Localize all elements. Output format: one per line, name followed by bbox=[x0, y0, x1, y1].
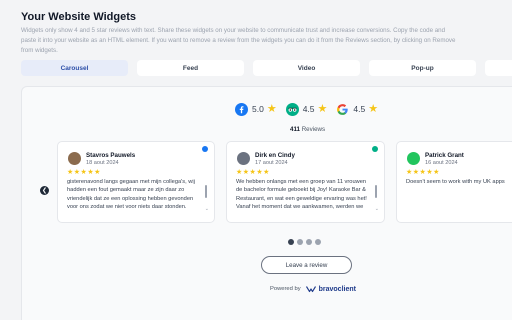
avatar bbox=[237, 152, 250, 165]
page-title: Your Website Widgets bbox=[21, 11, 137, 23]
tab-more[interactable] bbox=[485, 60, 512, 76]
reviewer-name: Stavros Pauwels bbox=[86, 152, 136, 159]
star-icon: ★ bbox=[266, 102, 277, 115]
facebook-rating-value: 5.0 bbox=[252, 104, 264, 114]
powered-by: Powered by bravoclient bbox=[270, 285, 356, 293]
review-stars: ★★★★★ bbox=[67, 169, 101, 176]
avatar bbox=[407, 152, 420, 165]
carousel-prev-button[interactable]: ❮ bbox=[40, 186, 49, 195]
tripadvisor-rating-value: 4.5 bbox=[302, 104, 315, 114]
review-stars: ★★★★★ bbox=[236, 169, 270, 176]
tab-carousel[interactable]: Carousel bbox=[21, 60, 128, 76]
tab-popup[interactable]: Pop-up bbox=[369, 60, 476, 76]
review-scrollbar[interactable] bbox=[375, 185, 377, 198]
review-date: 18 aout 2024 bbox=[86, 160, 119, 166]
review-text: gisterenavond langs gegaan met mijn coll… bbox=[67, 179, 195, 211]
total-reviews-label: Reviews bbox=[301, 126, 326, 133]
review-card[interactable]: Patrick Grant 16 aout 2024 ★★★★★ Doesn't… bbox=[396, 141, 512, 223]
avatar bbox=[68, 152, 81, 165]
tab-feed[interactable]: Feed bbox=[137, 60, 244, 76]
review-card[interactable]: Stavros Pauwels 18 aout 2024 ★★★★★ giste… bbox=[57, 141, 215, 223]
tripadvisor-rating: 4.5 ★ bbox=[285, 102, 328, 116]
google-icon bbox=[337, 103, 349, 115]
star-icon: ★ bbox=[317, 102, 328, 115]
reviewer-name: Dirk en Cindy bbox=[255, 152, 295, 159]
tab-video[interactable]: Video bbox=[253, 60, 360, 76]
tripadvisor-icon bbox=[285, 102, 299, 116]
facebook-rating: 5.0 ★ bbox=[235, 102, 277, 116]
review-card[interactable]: Dirk en Cindy 17 aout 2024 ★★★★★ We hebb… bbox=[226, 141, 385, 223]
pagination-dot[interactable] bbox=[288, 239, 294, 245]
review-text: Doesn't seem to work with my UK apps bbox=[406, 179, 505, 185]
google-rating-value: 4.5 bbox=[353, 104, 366, 114]
review-scrollbar[interactable] bbox=[205, 185, 207, 198]
chevron-left-icon: ❮ bbox=[41, 188, 48, 194]
pagination-dot[interactable] bbox=[315, 239, 321, 245]
carousel-pagination bbox=[288, 239, 324, 245]
chevron-down-icon[interactable]: ⌄ bbox=[205, 206, 209, 212]
page-description: Widgets only show 4 and 5 star reviews w… bbox=[21, 27, 456, 54]
pagination-dot[interactable] bbox=[306, 239, 312, 245]
review-text: We hebben onlangs met een groep van 11 v… bbox=[236, 179, 367, 211]
leave-review-button[interactable]: Leave a review bbox=[261, 256, 352, 274]
review-date: 17 aout 2024 bbox=[255, 160, 288, 166]
powered-by-label: Powered by bbox=[270, 286, 301, 292]
google-rating: 4.5 ★ bbox=[336, 103, 378, 116]
chevron-down-icon[interactable]: ⌄ bbox=[375, 206, 379, 212]
star-icon: ★ bbox=[368, 102, 379, 115]
powered-by-brand[interactable]: bravoclient bbox=[319, 286, 356, 293]
tripadvisor-icon bbox=[372, 146, 378, 152]
rating-summary: 5.0 ★ 4.5 ★ 4.5 ★ bbox=[235, 101, 387, 117]
reviewer-name: Patrick Grant bbox=[425, 152, 464, 159]
pagination-dot[interactable] bbox=[297, 239, 303, 245]
review-stars: ★★★★★ bbox=[406, 169, 440, 176]
facebook-icon bbox=[202, 146, 208, 152]
total-reviews-count: 411 bbox=[290, 126, 300, 133]
total-reviews: 411 Reviews bbox=[290, 126, 325, 133]
bravoclient-logo-icon bbox=[305, 286, 316, 293]
review-date: 16 aout 2024 bbox=[425, 160, 458, 166]
facebook-icon bbox=[235, 102, 248, 116]
